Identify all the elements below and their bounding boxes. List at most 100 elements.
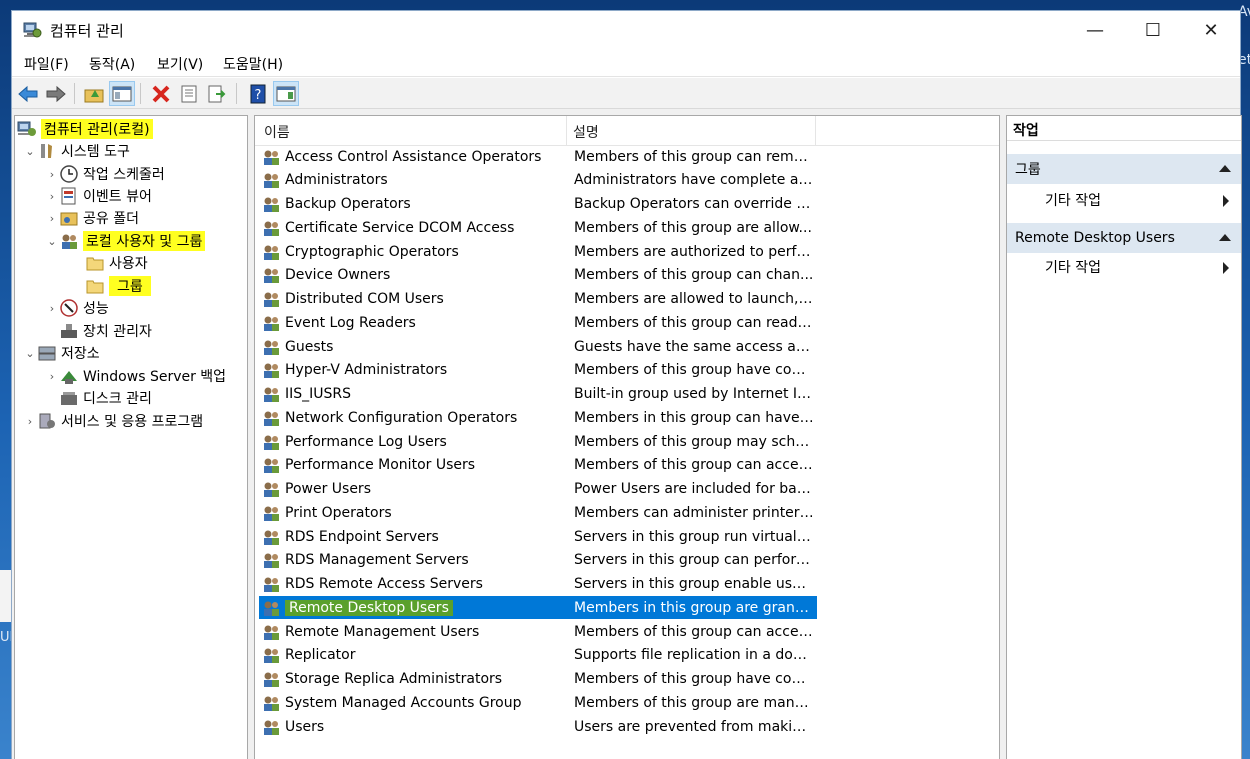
back-button[interactable]	[15, 81, 41, 106]
properties-icon	[181, 85, 197, 102]
table-row[interactable]: Backup Operators Backup Operators can ove…	[259, 193, 817, 216]
forward-arrow-icon	[46, 85, 66, 102]
minimize-button[interactable]: —	[1066, 11, 1124, 49]
table-row[interactable]: Replicator Supports file replication in a…	[259, 644, 817, 667]
help-button[interactable]: ?	[245, 81, 271, 106]
table-row[interactable]: System Managed Accounts Group Members of …	[259, 691, 817, 714]
export-list-button[interactable]	[204, 81, 230, 106]
table-row[interactable]: Guests Guests have the same access as ...	[259, 335, 817, 358]
tree-label-task-scheduler: 작업 스케줄러	[83, 167, 165, 183]
row-description: Members in this group are grante...	[574, 599, 814, 616]
tree-item-root[interactable]: 컴퓨터 관리(로컬)	[17, 118, 153, 140]
tree-item-users[interactable]: 사용자	[85, 252, 148, 274]
table-row[interactable]: Access Control Assistance Operators Membe…	[259, 145, 817, 168]
tree-label-root: 컴퓨터 관리(로컬)	[41, 119, 153, 139]
table-row[interactable]: Administrators Administrators have comple…	[259, 169, 817, 192]
table-row[interactable]: IIS_IUSRS Built-in group used by Internet…	[259, 383, 817, 406]
table-row[interactable]: Certificate Service DCOM Access Members o…	[259, 216, 817, 239]
computer-management-icon	[17, 121, 36, 136]
chevron-down-icon[interactable]: ⌄	[23, 145, 37, 158]
chevron-right-icon[interactable]: ›	[45, 212, 59, 225]
chevron-down-icon[interactable]: ⌄	[45, 235, 59, 248]
table-row[interactable]: RDS Endpoint Servers Servers in this grou…	[259, 525, 817, 548]
row-name: Hyper-V Administrators	[285, 362, 448, 379]
tree-item-windows-server-backup[interactable]: › Windows Server 백업	[45, 365, 226, 387]
table-row[interactable]: Remote Desktop Users Members in this grou…	[259, 596, 817, 620]
table-row[interactable]: RDS Remote Access Servers Servers in this…	[259, 573, 817, 596]
tree-item-shared-folders[interactable]: › 공유 폴더	[45, 207, 139, 229]
row-description: Members of this group can acces...	[574, 623, 814, 640]
table-row[interactable]: Performance Log Users Members of this gro…	[259, 430, 817, 453]
group-icon	[264, 482, 279, 497]
action-section-label: Remote Desktop Users	[1015, 230, 1175, 246]
chevron-right-icon[interactable]: ›	[45, 370, 59, 383]
tree-item-task-scheduler[interactable]: › 작업 스케줄러	[45, 163, 165, 185]
show-hide-action-pane-button[interactable]	[273, 81, 299, 106]
table-row[interactable]: RDS Management Servers Servers in this gr…	[259, 549, 817, 572]
chevron-right-icon[interactable]: ›	[45, 190, 59, 203]
show-hide-tree-button[interactable]	[109, 81, 135, 106]
chevron-right-icon[interactable]: ›	[23, 415, 37, 428]
column-divider[interactable]	[566, 116, 567, 146]
menu-help[interactable]: 도움말(H)	[223, 54, 283, 74]
table-row[interactable]: Storage Replica Administrators Members of…	[259, 668, 817, 691]
action-more-actions-1[interactable]: 기타 작업	[1045, 187, 1235, 213]
folder-icon	[86, 257, 104, 271]
panes-container: 컴퓨터 관리(로컬) ⌄ 시스템 도구 › 작업 스케줄러 › 이벤트 뷰어 ›	[12, 109, 1242, 759]
menu-view[interactable]: 보기(V)	[157, 54, 203, 74]
action-section-remote-desktop-users[interactable]: Remote Desktop Users	[1007, 223, 1241, 253]
delete-button[interactable]	[148, 81, 174, 106]
column-divider[interactable]	[815, 116, 816, 146]
title-bar[interactable]: 컴퓨터 관리 — ☐ ✕	[12, 11, 1240, 49]
tree-item-groups[interactable]: 그룹	[85, 275, 151, 297]
table-row[interactable]: Distributed COM Users Members are allowed…	[259, 288, 817, 311]
table-row[interactable]: Performance Monitor Users Members of this…	[259, 454, 817, 477]
action-section-groups[interactable]: 그룹	[1007, 154, 1241, 184]
close-icon: ✕	[1203, 19, 1219, 41]
tree-item-services-apps[interactable]: › 서비스 및 응용 프로그램	[23, 410, 203, 432]
tree-item-device-manager[interactable]: 장치 관리자	[59, 320, 152, 342]
row-description: Administrators have complete an...	[574, 172, 814, 189]
column-header-name[interactable]: 이름	[264, 122, 290, 142]
forward-button[interactable]	[43, 81, 69, 106]
chevron-right-icon[interactable]: ›	[45, 302, 59, 315]
action-more-actions-2[interactable]: 기타 작업	[1045, 254, 1235, 280]
table-row[interactable]: Network Configuration Operators Members i…	[259, 406, 817, 429]
up-level-button[interactable]	[81, 81, 107, 106]
delete-icon	[152, 85, 170, 102]
menu-action[interactable]: 동작(A)	[89, 54, 135, 74]
column-header-description[interactable]: 설명	[573, 122, 599, 142]
action-pane: 작업 그룹 기타 작업 Remote Desktop Users 기타 작업	[1006, 115, 1242, 759]
table-row[interactable]: Event Log Readers Members of this group c…	[259, 311, 817, 334]
tree-item-disk-management[interactable]: 디스크 관리	[59, 387, 152, 409]
tree-item-storage[interactable]: ⌄ 저장소	[23, 342, 99, 364]
table-row[interactable]: Device Owners Members of this group can c…	[259, 264, 817, 287]
close-button[interactable]: ✕	[1182, 11, 1240, 49]
collapse-up-icon[interactable]	[1219, 234, 1231, 241]
table-row[interactable]: Users Users are prevented from making...	[259, 715, 817, 738]
tree-item-event-viewer[interactable]: › 이벤트 뷰어	[45, 185, 152, 207]
table-row[interactable]: Power Users Power Users are included for …	[259, 478, 817, 501]
tree-label-windows-server-backup: Windows Server 백업	[83, 369, 227, 385]
row-name: RDS Endpoint Servers	[285, 528, 439, 545]
maximize-button[interactable]: ☐	[1124, 11, 1182, 49]
list-header: 이름 설명	[255, 116, 999, 146]
collapse-up-icon[interactable]	[1219, 165, 1231, 172]
row-description: Members of this group may sche...	[574, 433, 814, 450]
properties-button[interactable]	[176, 81, 202, 106]
tree-item-local-users-groups[interactable]: ⌄ 로컬 사용자 및 그룹	[45, 230, 206, 252]
table-row[interactable]: Cryptographic Operators Members are autho…	[259, 240, 817, 263]
tree-item-performance[interactable]: › 성능	[45, 297, 109, 319]
table-row[interactable]: Hyper-V Administrators Members of this gr…	[259, 359, 817, 382]
row-name: IIS_IUSRS	[285, 386, 352, 402]
row-description: Users are prevented from making...	[574, 718, 814, 735]
tree-item-system-tools[interactable]: ⌄ 시스템 도구	[23, 140, 130, 162]
chevron-right-icon[interactable]: ›	[45, 168, 59, 181]
chevron-down-icon[interactable]: ⌄	[23, 347, 37, 360]
menu-file[interactable]: 파일(F)	[24, 54, 69, 74]
row-description: Guests have the same access as ...	[574, 338, 814, 355]
submenu-arrow-icon	[1223, 262, 1229, 274]
table-row[interactable]: Print Operators Members can administer pr…	[259, 501, 817, 524]
table-row[interactable]: Remote Management Users Members of this g…	[259, 620, 817, 643]
tree-label-services-apps: 서비스 및 응용 프로그램	[61, 414, 204, 430]
